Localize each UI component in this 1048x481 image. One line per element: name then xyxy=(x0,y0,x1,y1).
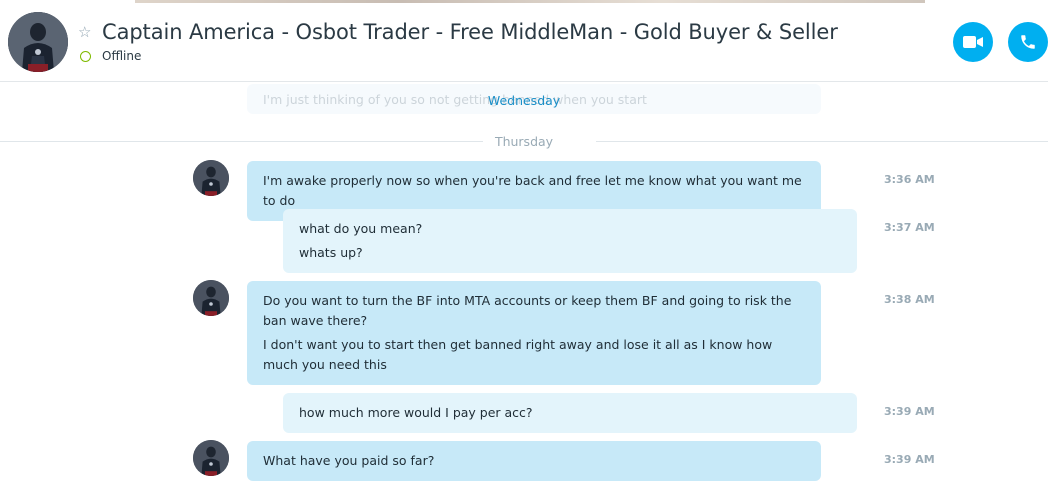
video-call-button[interactable] xyxy=(953,22,993,62)
favorite-star-icon[interactable]: ☆ xyxy=(78,25,92,40)
message-timestamp: 3:36 AM xyxy=(884,173,935,186)
contact-name: Captain America - Osbot Trader - Free Mi… xyxy=(102,20,838,44)
sender-avatar[interactable] xyxy=(193,160,229,196)
message-bubble-incoming[interactable]: Do you want to turn the BF into MTA acco… xyxy=(247,281,821,385)
sender-avatar[interactable] xyxy=(193,280,229,316)
day-separator-thursday-label: Thursday xyxy=(482,134,566,149)
chat-window: ☆ Captain America - Osbot Trader - Free … xyxy=(0,0,1048,481)
day-separator-wednesday: Wednesday xyxy=(487,93,561,108)
message-text: what do you mean? xyxy=(299,221,423,236)
sender-avatar[interactable] xyxy=(193,440,229,476)
conversation-header: ☆ Captain America - Osbot Trader - Free … xyxy=(0,0,1048,82)
message-text: What have you paid so far? xyxy=(263,453,435,468)
message-timestamp: 3:38 AM xyxy=(884,293,935,306)
message-bubble-outgoing[interactable]: how much more would I pay per acc? xyxy=(283,393,857,433)
day-separator-thursday: Thursday xyxy=(0,134,1048,149)
message-timestamp: 3:37 AM xyxy=(884,221,935,234)
audio-call-button[interactable] xyxy=(1008,22,1048,62)
video-camera-icon xyxy=(963,36,983,48)
message-bubble-incoming[interactable]: What have you paid so far? xyxy=(247,441,821,481)
offline-status-icon xyxy=(80,51,91,62)
message-timestamp: 3:39 AM xyxy=(884,405,935,418)
message-bubble-outgoing[interactable]: what do you mean? whats up? xyxy=(283,209,857,273)
message-timestamp: 3:39 AM xyxy=(884,453,935,466)
message-text: I'm awake properly now so when you're ba… xyxy=(263,173,802,208)
message-text: Do you want to turn the BF into MTA acco… xyxy=(263,293,792,328)
contact-status: Offline xyxy=(102,49,142,63)
message-text: I don't want you to start then get banne… xyxy=(263,337,773,372)
contact-avatar[interactable] xyxy=(8,12,68,72)
header-image-strip xyxy=(135,0,925,3)
message-text: whats up? xyxy=(299,245,363,260)
phone-icon xyxy=(1021,35,1035,49)
message-text: how much more would I pay per acc? xyxy=(299,405,533,420)
message-list[interactable]: I'm just thinking of you so not getting … xyxy=(0,82,1048,481)
